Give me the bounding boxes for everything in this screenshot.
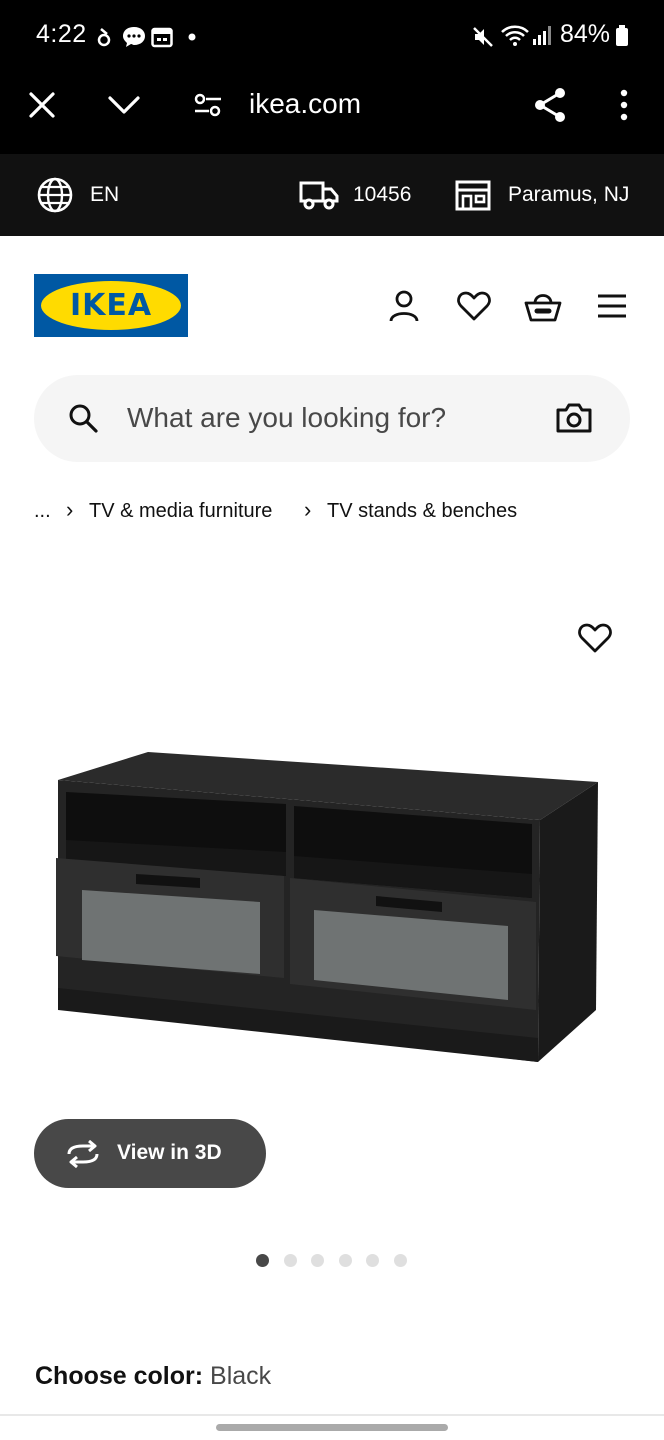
rotate-3d-icon [65,1140,101,1168]
breadcrumb-separator-icon: › [304,497,312,522]
language-label[interactable]: EN [90,183,119,207]
zip-code[interactable]: 10456 [353,183,411,207]
more-vertical-icon[interactable] [620,89,628,121]
home-indicator[interactable] [216,1424,448,1431]
cart-icon[interactable] [524,289,562,323]
status-time: 4:22 [36,20,87,48]
carousel-dot[interactable] [284,1254,297,1267]
battery-icon [615,25,629,47]
search-input[interactable]: What are you looking for? [127,402,446,434]
close-icon[interactable] [28,91,56,119]
divider [0,1414,664,1416]
breadcrumb-item[interactable]: TV stands & benches [327,500,517,523]
carousel-dot[interactable] [394,1254,407,1267]
mute-icon [471,25,495,49]
share-icon[interactable] [533,87,567,123]
address-bar-url[interactable]: ikea.com [249,88,361,120]
calendar-icon [151,26,173,48]
camera-icon[interactable] [556,403,592,433]
wifi-icon [500,24,530,48]
chevron-down-icon[interactable] [107,94,141,116]
view-in-3d-label: View in 3D [117,1141,222,1164]
breadcrumb-item[interactable]: TV & media furniture [89,500,272,523]
color-chooser: Choose color: Black [35,1362,271,1391]
carousel-dot[interactable] [339,1254,352,1267]
ikea-logo[interactable]: IKEA [34,274,188,337]
store-icon[interactable] [455,179,491,211]
search-icon[interactable] [68,403,98,433]
signal-icon [532,24,552,46]
breadcrumb-ellipsis[interactable]: ... [34,500,51,523]
site-settings-icon[interactable] [193,92,223,118]
breadcrumb-separator-icon: › [66,497,74,522]
battery-percent: 84% [560,20,611,48]
dot-icon [188,33,196,41]
store-name[interactable]: Paramus, NJ [508,183,629,207]
globe-icon[interactable] [37,177,73,213]
product-wishlist-icon[interactable] [578,623,612,653]
notification-icon [97,26,111,48]
carousel-dot[interactable] [256,1254,269,1267]
color-value: Black [210,1362,272,1390]
chat-icon [122,26,146,48]
account-icon[interactable] [388,289,420,323]
carousel-dot[interactable] [311,1254,324,1267]
delivery-truck-icon[interactable] [299,179,339,211]
logo-text: IKEA [69,288,153,323]
menu-icon[interactable] [597,294,627,318]
wishlist-icon[interactable] [457,291,491,321]
view-in-3d-button[interactable]: View in 3D [34,1119,266,1188]
color-label: Choose color: [35,1362,204,1390]
carousel-dot[interactable] [366,1254,379,1267]
product-image[interactable] [50,748,602,1066]
